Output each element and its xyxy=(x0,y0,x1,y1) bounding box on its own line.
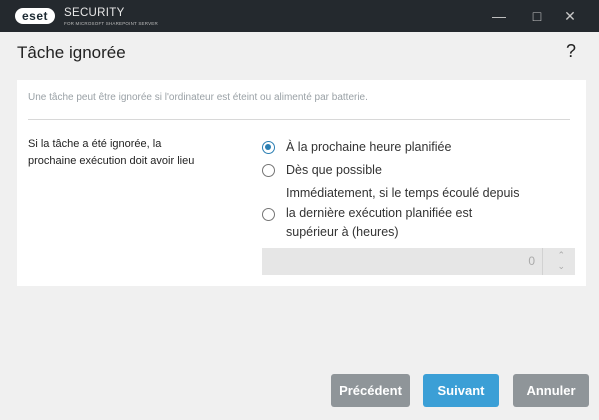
chevron-down-icon[interactable]: ⌄ xyxy=(557,261,565,272)
radio-unchecked-icon[interactable] xyxy=(262,164,275,177)
setting-label: Si la tâche a été ignorée, la prochaine … xyxy=(28,138,195,167)
next-button[interactable]: Suivant xyxy=(423,374,499,407)
minimize-icon[interactable]: — xyxy=(482,0,516,32)
close-icon[interactable]: ✕ xyxy=(553,0,587,32)
eset-logo: eset xyxy=(15,8,55,24)
product-name: SECURITY xyxy=(64,7,125,19)
page-title: Tâche ignorée xyxy=(17,43,126,62)
hours-stepper[interactable]: 0 ⌃ ⌄ xyxy=(262,248,575,275)
cancel-button[interactable]: Annuler xyxy=(513,374,589,407)
radio-checked-icon[interactable] xyxy=(262,141,275,154)
maximize-icon[interactable]: □ xyxy=(520,0,554,32)
stepper-divider xyxy=(542,248,543,275)
description-text: Une tâche peut être ignorée si l'ordinat… xyxy=(28,92,368,103)
radio-label-line-1: Immédiatement, si le temps écoulé depuis xyxy=(286,186,520,200)
title-bar: eset SECURITY FOR MICROSOFT SHAREPOINT S… xyxy=(0,0,599,32)
radio-label-line-2: la dernière exécution planifiée est xyxy=(286,205,473,220)
previous-button[interactable]: Précédent xyxy=(331,374,410,407)
radio-unchecked-icon[interactable] xyxy=(262,208,275,221)
chevron-up-icon[interactable]: ⌃ xyxy=(557,250,565,261)
product-subtitle: FOR MICROSOFT SHAREPOINT SERVER xyxy=(64,21,158,26)
divider xyxy=(28,119,570,120)
radio-label-line-3: supérieur à (heures) xyxy=(286,225,399,239)
settings-panel: Une tâche peut être ignorée si l'ordinat… xyxy=(17,80,586,286)
radio-label: Dès que possible xyxy=(286,163,382,177)
help-icon[interactable]: ? xyxy=(566,41,576,62)
hours-value: 0 xyxy=(528,254,535,268)
radio-label: À la prochaine heure planifiée xyxy=(286,140,452,154)
